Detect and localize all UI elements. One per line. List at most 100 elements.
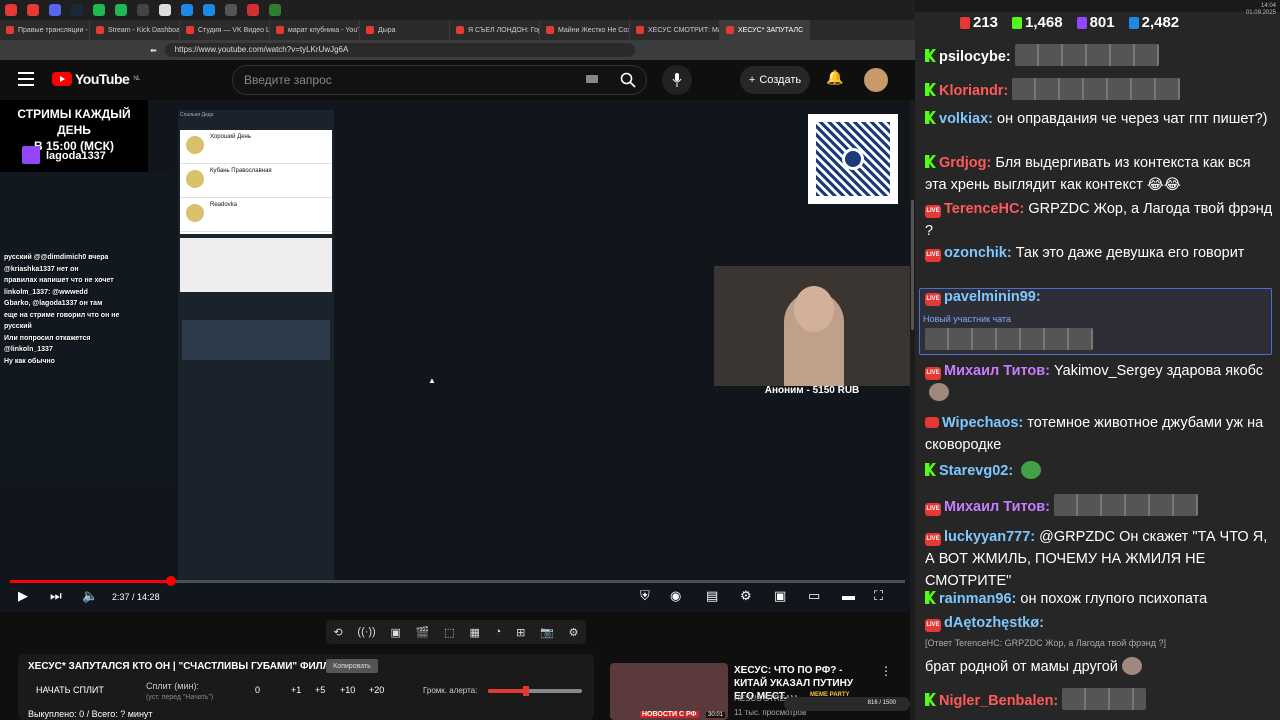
app-icon [203, 4, 215, 16]
crop-icon[interactable]: ⬚ [444, 626, 454, 639]
pinned-tab[interactable] [198, 0, 220, 20]
gear-icon[interactable]: ⚙ [740, 588, 752, 604]
player-controls: ▶ ⏭ 🔈 2:37 / 14:28 ⛨ ◉ ▤ ⚙ ▣ ▭ ▬ ⛶ [0, 586, 910, 612]
camera-icon[interactable]: 📷 [540, 626, 554, 639]
video-player[interactable]: СТРИМЫ КАЖДЫЙ ДЕНЬ В 15:00 (МСК) lagoda13… [0, 100, 910, 612]
chat-username[interactable]: psilocybe: [939, 49, 1011, 65]
voice-search-button[interactable] [662, 65, 692, 95]
split-plus-20-button[interactable]: +20 [369, 685, 384, 695]
chat-username[interactable]: Михаил Титов: [944, 363, 1050, 379]
pinned-tab[interactable] [88, 0, 110, 20]
pinned-tab[interactable] [66, 0, 88, 20]
sponsor-shield-icon[interactable]: ⛨ [640, 588, 650, 604]
youtube-logo[interactable]: YouTube NL [52, 71, 140, 87]
browser-tab[interactable]: Студия — VK Видео Live [180, 20, 270, 40]
search-input[interactable]: Введите запрос [232, 65, 647, 95]
start-split-button[interactable]: НАЧАТЬ СПЛИТ [36, 685, 104, 695]
recommended-thumbnail[interactable]: НОВОСТИ С РФ 30:01 [610, 663, 728, 720]
pinned-tab[interactable] [132, 0, 154, 20]
chat-username[interactable]: luckyyan777: [944, 529, 1035, 545]
browser-tab[interactable]: Я СЪЕЛ ЛОНДОН: Гор [450, 20, 540, 40]
browser-tab[interactable]: марат клубника - YouTu [270, 20, 360, 40]
loop-icon[interactable]: ⟲ [333, 626, 342, 639]
live-badge-icon: LIVE [925, 205, 941, 218]
gear-icon[interactable]: ⚙ [569, 626, 579, 639]
fullscreen-icon[interactable]: ⛶ [874, 588, 883, 604]
back-icon[interactable]: ⬅ [150, 46, 157, 55]
chat-username[interactable]: Nigler_Benbalen: [939, 693, 1058, 709]
split-plus-1-button[interactable]: +1 [291, 685, 301, 695]
browser-tab[interactable]: Правые трансляции - Y [0, 20, 90, 40]
chat-username[interactable]: rainman96: [939, 591, 1016, 607]
pinned-tab[interactable] [264, 0, 286, 20]
chat-username[interactable]: Grdjog: [939, 155, 991, 171]
pinned-tab[interactable] [0, 0, 22, 20]
pinned-tab[interactable] [176, 0, 198, 20]
progress-bar[interactable] [10, 576, 905, 586]
browser-tab[interactable]: ХЕСУС СМОТРИТ: Мар [630, 20, 720, 40]
more-options-icon[interactable]: ⋮ [880, 664, 892, 678]
chat-username[interactable]: Михаил Титов: [944, 499, 1050, 515]
miniplayer-icon[interactable]: ▣ [774, 588, 786, 604]
browser-tab[interactable]: Майни Жестко Не Соз [540, 20, 630, 40]
pinned-tab[interactable] [22, 0, 44, 20]
grid-icon[interactable]: ▦ [469, 626, 479, 639]
chat-text: он оправдания че через чат гпт пишет?) [997, 111, 1268, 127]
copy-button[interactable]: Копировать [326, 659, 378, 673]
bell-icon[interactable]: 🔔 [826, 69, 843, 86]
progress-fill [10, 580, 172, 583]
screenshot-icon[interactable]: ▣ [391, 626, 401, 639]
chat-username[interactable]: volkiax: [939, 111, 993, 127]
viewer-count: 213 [960, 14, 998, 31]
next-icon[interactable]: ⏭ [50, 588, 62, 604]
live-badge-icon: LIVE [925, 503, 941, 516]
live-badge-icon: LIVE [925, 249, 941, 262]
chat-username[interactable]: Kloriandr: [939, 83, 1008, 99]
discord-icon [49, 4, 61, 16]
app-icon [137, 4, 149, 16]
autoplay-toggle[interactable]: ◉ [670, 588, 681, 604]
split-plus-10-button[interactable]: +10 [340, 685, 355, 695]
pinned-tab[interactable] [44, 0, 66, 20]
volume-icon[interactable]: 🔈 [82, 588, 98, 604]
menu-icon[interactable] [18, 72, 34, 86]
chat-username[interactable]: ozonchik: [944, 245, 1012, 261]
browser-tab[interactable]: Дырa [360, 20, 450, 40]
pinned-tab[interactable] [154, 0, 176, 20]
kick-badge-icon [925, 591, 936, 604]
live-badge-icon: LIVE [925, 293, 941, 306]
chat-username[interactable]: Wipechaos: [942, 415, 1023, 431]
chat-username[interactable]: TerenceHC: [944, 201, 1024, 217]
chat-username[interactable]: dAętozhęstkø: [944, 615, 1044, 631]
avatar[interactable] [864, 68, 888, 92]
browser-tab[interactable]: Stream - Kick Dashboard [90, 20, 180, 40]
url-field[interactable]: https://www.youtube.com/watch?v=tyLKrUwJ… [164, 43, 635, 57]
webcam-feed [714, 266, 910, 386]
subtitles-icon[interactable]: ▤ [706, 588, 718, 604]
overlay-chat-line: @linkoln_1337 [4, 346, 53, 353]
speed-icon[interactable]: ◔ [495, 626, 502, 638]
keyboard-icon[interactable] [586, 75, 598, 83]
app-icon [269, 4, 281, 16]
pinned-tab[interactable] [220, 0, 242, 20]
clapper-icon[interactable]: 🎬 [416, 626, 430, 639]
alert-volume-slider[interactable] [488, 686, 582, 696]
create-button[interactable]: + Создать [740, 66, 810, 94]
progress-handle[interactable] [166, 576, 177, 586]
cast-icon[interactable]: ▬ [842, 588, 855, 603]
search-button[interactable] [610, 67, 646, 93]
chat-username[interactable]: Starevg02: [939, 463, 1013, 479]
add-icon[interactable]: ⊞ [516, 626, 525, 639]
play-icon[interactable]: ▶ [18, 588, 28, 604]
app-icon [159, 4, 171, 16]
browser-tab[interactable]: ХЕСУС* ЗАПУТАЛС [720, 20, 810, 40]
split-plus-5-button[interactable]: +5 [315, 685, 325, 695]
chat-username[interactable]: pavelminin99: [944, 289, 1041, 305]
pinned-tab[interactable] [110, 0, 132, 20]
slider-handle[interactable] [522, 686, 529, 696]
platform-icon [1012, 16, 1023, 29]
pinned-tab[interactable] [242, 0, 264, 20]
broadcast-icon[interactable]: ((·)) [357, 626, 375, 638]
theater-mode-icon[interactable]: ▭ [808, 588, 820, 604]
chat-message: Grdjog: Бля выдергивать из контекста как… [925, 152, 1275, 196]
